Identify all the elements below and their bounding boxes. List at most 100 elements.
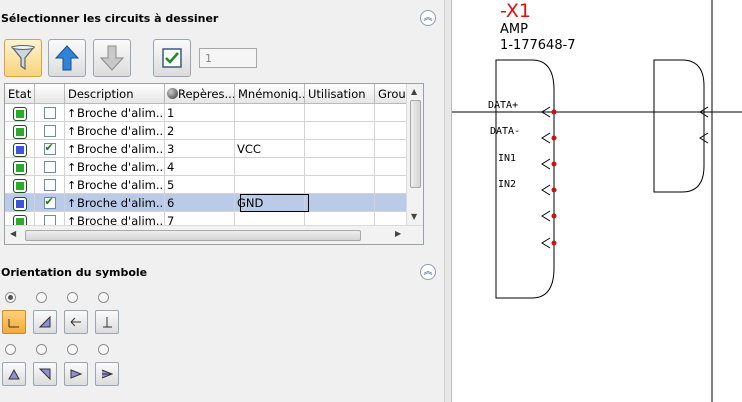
orientation-button[interactable] (33, 362, 57, 386)
table-cell[interactable]: 4 (165, 158, 235, 176)
column-header-mnemonique[interactable]: Mnémoniq... (235, 84, 305, 104)
row-checkbox[interactable] (43, 125, 56, 137)
orientation-radio[interactable] (5, 344, 16, 355)
count-input[interactable]: 1 (199, 48, 257, 68)
table-cell[interactable] (375, 176, 409, 194)
table-cell[interactable]: 3 (165, 140, 235, 158)
table-row[interactable]: ↑Broche d'alim... 1 (5, 104, 409, 122)
table-cell[interactable] (305, 158, 375, 176)
row-checkbox[interactable] (43, 179, 56, 191)
orientation-radio[interactable] (36, 344, 47, 355)
row-checkbox[interactable]: ✔ (43, 195, 56, 209)
orientation-button[interactable] (95, 362, 119, 386)
table-cell[interactable] (305, 176, 375, 194)
orientation-radio[interactable] (98, 292, 109, 303)
orientation-button[interactable] (2, 310, 26, 334)
table-cell[interactable]: 1 (165, 104, 235, 122)
pin-dot[interactable] (551, 187, 557, 193)
pin-dot[interactable] (551, 213, 557, 219)
table-cell[interactable] (5, 140, 35, 158)
horizontal-scrollbar[interactable]: ◀ ▶ (5, 225, 423, 244)
row-checkbox[interactable]: ✔ (43, 141, 56, 155)
table-row[interactable]: ✔ ↑Broche d'alim... 6 GND (5, 194, 409, 212)
vertical-scroll-thumb[interactable] (410, 100, 421, 188)
table-row[interactable]: ↑Broche d'alim... 2 (5, 122, 409, 140)
table-cell[interactable] (235, 158, 305, 176)
table-row[interactable]: ↑Broche d'alim... 4 (5, 158, 409, 176)
table-cell[interactable]: ↑Broche d'alim... (65, 104, 165, 122)
column-header-utilisation[interactable]: Utilisation (305, 84, 375, 104)
schematic-canvas[interactable]: -X1 AMP 1-177648-7 DATA+ DATA- IN1 IN2 (452, 0, 742, 402)
table-cell[interactable] (375, 104, 409, 122)
table-cell[interactable] (5, 194, 35, 212)
orientation-button[interactable] (64, 310, 88, 334)
column-header-etat[interactable]: Etat (5, 84, 35, 104)
move-down-button[interactable] (93, 39, 131, 77)
connector-body-2[interactable] (653, 59, 705, 193)
table-cell[interactable]: 5 (165, 176, 235, 194)
pin-dot[interactable] (551, 135, 557, 141)
column-header-reperes[interactable]: Repères... (165, 84, 235, 104)
table-cell[interactable]: ↑Broche d'alim... (65, 122, 165, 140)
pin-dot[interactable] (551, 109, 557, 115)
panel-splitter[interactable] (444, 0, 452, 402)
collapse-circuits-button[interactable]: ︽ (420, 10, 436, 26)
table-cell[interactable]: 6 (165, 194, 235, 212)
component-reference[interactable]: -X1 (500, 0, 531, 22)
cell-editor[interactable] (240, 194, 309, 212)
row-checkbox[interactable] (43, 107, 56, 119)
table-cell[interactable] (5, 122, 35, 140)
table-cell[interactable] (235, 104, 305, 122)
orientation-radio[interactable] (36, 292, 47, 303)
orientation-button[interactable] (95, 310, 119, 334)
table-cell[interactable] (35, 104, 65, 122)
table-cell[interactable] (5, 104, 35, 122)
table-cell[interactable] (35, 176, 65, 194)
scroll-up-icon[interactable]: ▲ (411, 87, 417, 96)
vertical-scrollbar[interactable]: ▲ ▼ (406, 84, 423, 226)
pin-dot[interactable] (551, 161, 557, 167)
scroll-left-icon[interactable]: ◀ (10, 229, 16, 238)
scroll-down-icon[interactable]: ▼ (411, 212, 417, 221)
table-cell[interactable]: 2 (165, 122, 235, 140)
orientation-radio[interactable] (98, 344, 109, 355)
column-header-description[interactable]: Description (65, 84, 165, 104)
column-header-check[interactable] (35, 84, 65, 104)
table-cell[interactable]: ↑Broche d'alim... (65, 158, 165, 176)
table-cell[interactable] (235, 176, 305, 194)
table-cell[interactable] (235, 122, 305, 140)
table-cell[interactable]: ↑Broche d'alim... (65, 176, 165, 194)
orientation-button[interactable] (64, 362, 88, 386)
orientation-button[interactable] (2, 362, 26, 386)
filter-button[interactable] (4, 39, 42, 77)
table-cell[interactable] (305, 122, 375, 140)
table-cell[interactable]: VCC (235, 140, 305, 158)
table-cell[interactable] (35, 122, 65, 140)
table-cell[interactable] (375, 140, 409, 158)
table-row[interactable]: ✔ ↑Broche d'alim... 3 VCC (5, 140, 409, 158)
orientation-button[interactable] (33, 310, 57, 334)
table-cell[interactable] (375, 158, 409, 176)
table-cell[interactable] (305, 140, 375, 158)
move-up-button[interactable] (48, 39, 86, 77)
table-cell[interactable] (375, 194, 409, 212)
table-row[interactable]: ↑Broche d'alim... 5 (5, 176, 409, 194)
scroll-right-icon[interactable]: ▶ (395, 229, 401, 238)
horizontal-scroll-thumb[interactable] (25, 230, 361, 241)
row-checkbox[interactable] (43, 161, 56, 173)
table-cell[interactable]: ↑Broche d'alim... (65, 194, 165, 212)
table-cell[interactable]: ✔ (35, 194, 65, 212)
column-header-group[interactable]: Group (375, 84, 409, 104)
orientation-radio[interactable] (5, 292, 16, 303)
table-cell[interactable] (5, 158, 35, 176)
table-cell[interactable] (5, 176, 35, 194)
collapse-orientation-button[interactable]: ︽ (420, 264, 436, 280)
table-cell[interactable]: ↑Broche d'alim... (65, 140, 165, 158)
table-cell[interactable] (305, 104, 375, 122)
check-all-button[interactable] (153, 39, 191, 77)
orientation-radio[interactable] (67, 292, 78, 303)
table-cell[interactable] (305, 194, 375, 212)
table-cell[interactable]: ✔ (35, 140, 65, 158)
pin-dot[interactable] (551, 240, 557, 246)
orientation-radio[interactable] (67, 344, 78, 355)
